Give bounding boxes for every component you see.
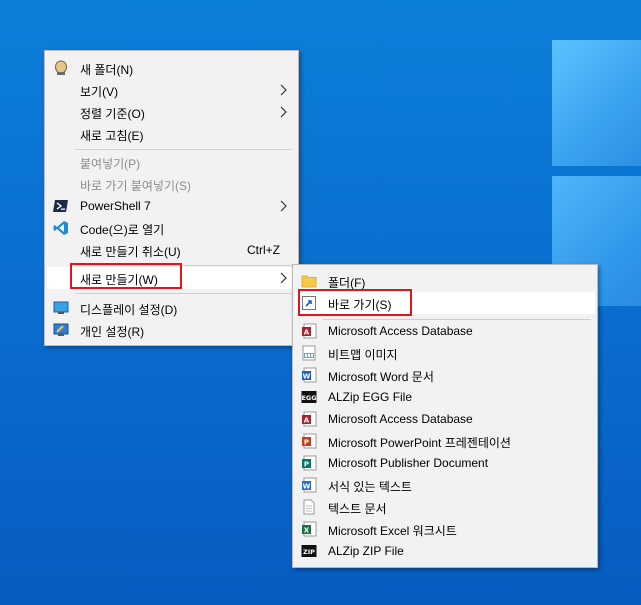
word-file-icon: W (301, 367, 317, 383)
menu-item-label: Code(으)로 열기 (80, 223, 165, 237)
powershell-icon (53, 198, 69, 214)
submenu-item-label: Microsoft Publisher Document (328, 456, 489, 470)
submenu-item-access-db-2[interactable]: A Microsoft Access Database (295, 408, 595, 430)
menu-item-undo-new[interactable]: 새로 만들기 취소(U) Ctrl+Z (47, 239, 296, 261)
bitmap-file-icon (301, 345, 317, 361)
submenu-item-rich-text[interactable]: W 서식 있는 텍스트 (295, 474, 595, 496)
access-file-icon: A (301, 323, 317, 339)
menu-item-label: 새 폴더(N) (80, 63, 134, 77)
menu-item-paste-shortcut[interactable]: 바로 가기 붙여넣기(S) (47, 173, 296, 195)
highlight-box (70, 263, 182, 289)
submenu-item-word[interactable]: W Microsoft Word 문서 (295, 364, 595, 386)
submenu-item-label: 서식 있는 텍스트 (328, 480, 412, 494)
submenu-item-label: Microsoft PowerPoint 프레젠테이션 (328, 436, 511, 450)
submenu-item-access-db[interactable]: A Microsoft Access Database (295, 320, 595, 342)
menu-item-open-with-code[interactable]: Code(으)로 열기 (47, 217, 296, 239)
excel-file-icon: X (301, 521, 317, 537)
desktop-logo-pane (552, 40, 641, 166)
menu-item-label: 보기(V) (80, 85, 119, 99)
submenu-item-label: 텍스트 문서 (328, 502, 387, 516)
menu-item-refresh[interactable]: 새로 고침(E) (47, 123, 296, 145)
submenu-item-bitmap[interactable]: 비트맵 이미지 (295, 342, 595, 364)
menu-item-label: 새로 만들기 취소(U) (80, 245, 181, 259)
zip-badge-text: ZIP (303, 548, 315, 556)
menu-item-sort-by[interactable]: 정렬 기준(O) (47, 101, 296, 123)
menu-item-shortcut: Ctrl+Z (247, 243, 280, 257)
alzip-egg-icon: EGG (301, 389, 317, 405)
chevron-right-icon (280, 84, 287, 96)
menu-item-label: 새로 고침(E) (80, 129, 144, 143)
display-settings-icon (53, 300, 69, 316)
menu-item-label: 디스플레이 설정(D) (80, 303, 178, 317)
submenu-item-excel[interactable]: X Microsoft Excel 워크시트 (295, 518, 595, 540)
chevron-right-icon (280, 272, 287, 284)
submenu-item-label: Microsoft Access Database (328, 412, 473, 426)
menu-item-paste[interactable]: 붙여넣기(P) (47, 151, 296, 173)
submenu-item-publisher[interactable]: P Microsoft Publisher Document (295, 452, 595, 474)
chevron-right-icon (280, 200, 287, 212)
highlight-box (298, 289, 412, 316)
publisher-file-icon: P (301, 455, 317, 471)
menu-item-powershell[interactable]: PowerShell 7 (47, 195, 296, 217)
egg-badge-text: EGG (301, 394, 316, 402)
menu-item-personalize[interactable]: 개인 설정(R) (47, 319, 296, 341)
menu-item-new-folder[interactable]: 새 폴더(N) (47, 57, 296, 79)
desktop-context-menu: 새 폴더(N) 보기(V) 정렬 기준(O) 새로 고침(E) 붙여넣기(P) … (44, 50, 299, 346)
menu-item-label: 개인 설정(R) (80, 325, 145, 339)
powerpoint-file-icon: P (301, 433, 317, 449)
chevron-right-icon (280, 106, 287, 118)
menu-item-display-settings[interactable]: 디스플레이 설정(D) (47, 297, 296, 319)
svg-text:P: P (304, 439, 309, 447)
submenu-item-label: ALZip EGG File (328, 390, 413, 404)
folder-icon (301, 273, 317, 289)
svg-text:X: X (304, 527, 310, 535)
submenu-item-text-document[interactable]: 텍스트 문서 (295, 496, 595, 518)
rich-text-file-icon: W (301, 477, 317, 493)
new-submenu: 폴더(F) 바로 가기(S) A Microsoft Access Databa… (292, 264, 598, 568)
menu-item-label: 붙여넣기(P) (80, 157, 141, 171)
vscode-icon (53, 220, 69, 236)
text-file-icon (301, 499, 317, 515)
menu-item-label: 정렬 기준(O) (80, 107, 145, 121)
menu-item-label: PowerShell 7 (80, 199, 151, 213)
personalize-icon (53, 322, 69, 338)
alzip-zip-icon: ZIP (301, 543, 317, 559)
access-file-icon: A (301, 411, 317, 427)
submenu-item-label: Microsoft Excel 워크시트 (328, 524, 457, 538)
menu-item-label: 바로 가기 붙여넣기(S) (80, 179, 191, 193)
svg-text:A: A (304, 417, 310, 425)
submenu-item-powerpoint[interactable]: P Microsoft PowerPoint 프레젠테이션 (295, 430, 595, 452)
svg-text:P: P (304, 461, 309, 469)
svg-text:W: W (303, 483, 311, 491)
svg-text:W: W (303, 373, 311, 381)
submenu-item-alzip-zip[interactable]: ZIP ALZip ZIP File (295, 540, 595, 562)
submenu-item-label: ALZip ZIP File (328, 544, 404, 558)
submenu-item-label: 비트맵 이미지 (328, 348, 398, 362)
svg-text:A: A (304, 329, 310, 337)
new-folder-icon (53, 60, 69, 76)
menu-separator (75, 293, 292, 294)
submenu-item-label: Microsoft Access Database (328, 324, 473, 338)
menu-separator (75, 149, 292, 150)
submenu-item-label: Microsoft Word 문서 (328, 370, 434, 384)
submenu-item-alzip-egg[interactable]: EGG ALZip EGG File (295, 386, 595, 408)
menu-item-view[interactable]: 보기(V) (47, 79, 296, 101)
